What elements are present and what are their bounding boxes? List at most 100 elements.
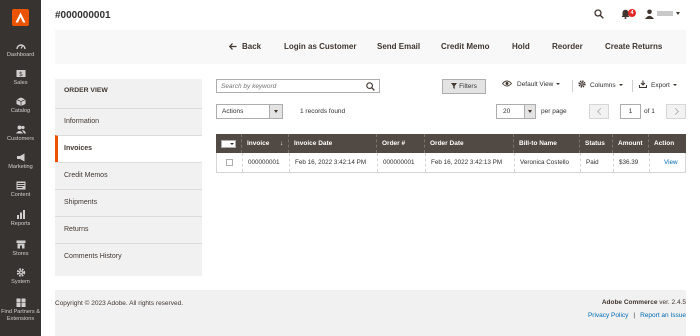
eye-icon [501,80,513,87]
adobe-logo-icon[interactable] [12,9,29,26]
sidebar-item-label: Customers [6,136,35,142]
funnel-icon [451,82,458,89]
actions-label: Actions [222,108,244,115]
mass-actions-select[interactable]: Actions [216,104,283,119]
cell-amount: $36.39 [613,153,649,172]
footer-links: Privacy Policy | Report an Issue [588,312,686,319]
row-select-cell [217,153,242,172]
sidebar-item-label: Marketing [8,164,33,170]
tab-returns[interactable]: Returns [55,216,202,243]
credit-memo-button[interactable]: Credit Memo [441,42,489,51]
order-view-title: Order View [64,87,108,94]
tab-credit-memos[interactable]: Credit Memos [55,162,202,189]
gear-icon [16,268,25,277]
login-as-customer-button[interactable]: Login as Customer [284,42,356,51]
column-header-invoice-date[interactable]: Invoice Date [288,134,376,153]
product-version: Adobe Commerce ver. 2.4.5 [602,299,686,306]
dollar-icon: $ [16,70,25,78]
column-header-label: Invoice [247,140,270,147]
copyright-text: Copyright © 2023 Adobe. All rights reser… [55,300,184,307]
default-view-dropdown[interactable]: Default View [501,80,561,88]
sidebar-item-dashboard[interactable]: Dashboard [0,41,41,59]
report-issue-link[interactable]: Report an Issue [640,312,686,319]
sidebar-item-sales[interactable]: $ Sales [0,69,41,87]
sidebar-item-label: System [11,279,30,285]
filters-button[interactable]: Filters [442,79,486,94]
cell-bill-to-name: Veronica Costello [514,153,580,172]
sidebar-item-label: Reports [10,221,31,227]
view-invoice-link[interactable]: View [664,159,678,166]
cell-order-date: Feb 16, 2022 3:42:13 PM [425,153,514,172]
export-dropdown[interactable]: Export [638,80,677,89]
sidebar-item-reports[interactable]: Reports [0,210,41,228]
search-icon[interactable] [594,9,604,19]
toolbar-divider [632,80,633,92]
chevron-left-icon [596,107,605,116]
sidebar-item-label: Sales [13,80,28,86]
sidebar-item-partners[interactable]: Find Partners & Extensions [0,298,41,322]
notification-count-badge: 4 [628,9,636,17]
hold-button[interactable]: Hold [512,42,530,51]
current-page-input[interactable]: 1 [620,104,641,119]
export-label: Export [651,82,670,89]
sidebar-item-label: Stores [12,251,29,257]
send-email-button[interactable]: Send Email [377,42,420,51]
partners-icon [16,298,25,307]
create-returns-button[interactable]: Create Returns [605,42,662,51]
tab-information[interactable]: Information [55,108,202,135]
row-checkbox[interactable] [226,159,233,166]
cell-invoice: 000000001 [242,153,289,172]
column-header-order-date[interactable]: Order Date [424,134,513,153]
sidebar-item-customers[interactable]: Customers [0,125,41,143]
content-icon [16,181,25,190]
dashboard-icon [15,44,26,50]
column-header-invoice[interactable]: Invoice ↓ [241,134,288,153]
back-button[interactable]: Back [228,42,261,51]
tab-shipments[interactable]: Shipments [55,189,202,216]
svg-text:$: $ [18,70,22,78]
chevron-down-icon[interactable] [676,12,680,15]
chevron-down-icon [672,84,677,87]
customers-icon [15,125,26,134]
per-page-select[interactable]: 20 [496,104,536,119]
sidebar-item-label: Find Partners & Extensions [1,309,40,322]
store-icon [16,240,25,249]
chevron-down-icon [230,143,234,145]
sidebar-item-catalog[interactable]: Catalog [0,97,41,115]
next-page-button[interactable] [666,104,686,119]
user-name-redacted[interactable] [657,11,673,16]
sidebar-item-system[interactable]: System [0,268,41,286]
mass-select-checkbox[interactable] [221,140,236,148]
page-title: #000000001 [55,10,111,21]
chevron-down-icon [524,105,535,118]
box-icon [15,97,26,106]
sidebar-item-marketing[interactable]: Marketing [0,153,41,171]
chevron-down-icon [556,83,561,86]
tab-comments-history[interactable]: Comments History [55,243,202,270]
tab-invoices[interactable]: Invoices [55,135,202,162]
search-input[interactable] [217,80,357,92]
link-separator: | [633,312,636,319]
export-icon [638,80,648,89]
columns-dropdown[interactable]: Columns [578,80,623,89]
previous-page-button[interactable] [589,104,609,119]
privacy-policy-link[interactable]: Privacy Policy [588,312,628,319]
column-header-status[interactable]: Status [579,134,612,153]
mass-select-header[interactable] [216,134,241,153]
chevron-down-icon [269,105,282,118]
column-header-order-number[interactable]: Order # [376,134,424,153]
total-pages-text: of 1 [644,108,655,115]
sidebar-item-stores[interactable]: Stores [0,240,41,258]
table-row[interactable]: 000000001 Feb 16, 2022 3:42:14 PM 000000… [216,153,686,173]
sidebar-item-content[interactable]: Content [0,181,41,199]
filters-label: Filters [459,83,477,90]
sidebar-item-label: Dashboard [6,52,35,58]
chevron-down-icon [618,84,623,87]
user-icon[interactable] [645,9,654,19]
version-text: ver. 2.4.5 [659,299,686,306]
column-header-amount[interactable]: Amount [612,134,648,153]
reorder-button[interactable]: Reorder [552,42,583,51]
chevron-right-icon [671,107,680,116]
search-icon[interactable] [366,82,375,91]
column-header-bill-to-name[interactable]: Bill-to Name [513,134,579,153]
